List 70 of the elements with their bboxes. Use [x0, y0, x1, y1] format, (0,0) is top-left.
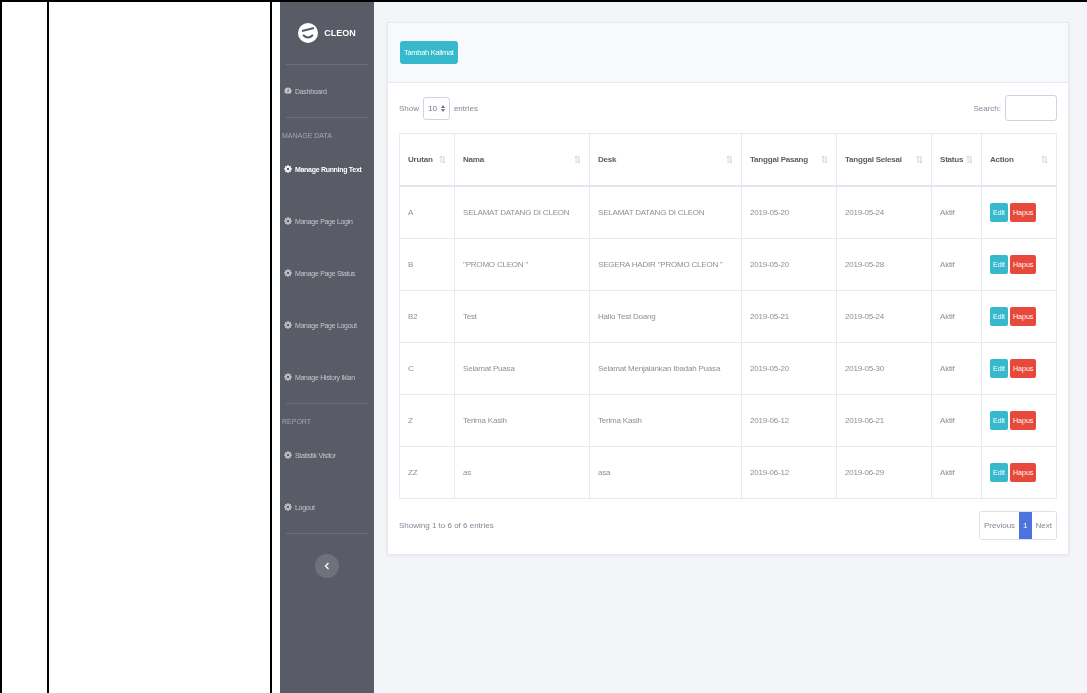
table-cell: B2 — [399, 290, 455, 343]
table-cell: A — [399, 186, 455, 239]
table-cell: Terima Kasih — [454, 394, 590, 447]
column-header[interactable]: Status — [931, 133, 982, 186]
sort-icon[interactable] — [1041, 155, 1048, 164]
table-cell: SEGERA HADIR "PROMO CLEON " — [589, 238, 742, 291]
table-cell: 2019-05-28 — [836, 238, 932, 291]
table-cell: 2019-06-21 — [836, 394, 932, 447]
dashboard-icon — [284, 87, 292, 95]
gear-icon — [284, 503, 292, 511]
column-header[interactable]: Tanggal Selesai — [836, 133, 932, 186]
table-cell: "PROMO CLEON " — [454, 238, 590, 291]
sort-arrows-icon — [440, 104, 445, 112]
column-header[interactable]: Nama — [454, 133, 590, 186]
table-cell: 2019-05-24 — [836, 290, 932, 343]
gear-icon — [284, 269, 292, 277]
sort-icon[interactable] — [726, 155, 733, 164]
table-cell: 2019-05-24 — [836, 186, 932, 239]
page-link[interactable]: 1 — [1019, 512, 1032, 539]
gear-icon — [284, 217, 292, 225]
table-cell: SELAMAT DATANG DI CLEON — [454, 186, 590, 239]
entries-info: Showing 1 to 6 of 6 entries — [399, 521, 494, 530]
table-cell: 2019-06-12 — [741, 446, 837, 499]
table-cell: Test — [454, 290, 590, 343]
table-cell: Hallo Test Doang — [589, 290, 742, 343]
gear-icon — [284, 321, 292, 329]
sort-icon[interactable] — [574, 155, 581, 164]
table-cell: Aktif — [931, 186, 982, 239]
entries-select[interactable]: 10 — [423, 96, 450, 120]
table-cell: Z — [399, 394, 455, 447]
logo-icon — [298, 23, 319, 43]
brand-name: CLEON — [324, 28, 356, 38]
table-cell: 2019-05-20 — [741, 238, 837, 291]
table-cell: 2019-05-30 — [836, 342, 932, 395]
search-label: Search: — [973, 103, 1001, 113]
table-cell: 2019-05-21 — [741, 290, 837, 343]
table-cell: Aktif — [931, 446, 982, 499]
table-cell: 2019-05-20 — [741, 186, 837, 239]
chevron-left-icon — [324, 562, 330, 570]
sort-icon[interactable] — [439, 155, 446, 164]
show-label: Show — [399, 103, 419, 113]
table-cell: C — [399, 342, 455, 395]
table-cell: Aktif — [931, 238, 982, 291]
table-cell: Selamat Menjalankan Ibadah Puasa — [589, 342, 742, 395]
column-header[interactable]: Action — [981, 133, 1057, 186]
sort-icon[interactable] — [916, 155, 923, 164]
column-header[interactable]: Urutan — [399, 133, 455, 186]
table-cell: Aktif — [931, 394, 982, 447]
table-cell: Terima Kasih — [589, 394, 742, 447]
table-cell: SELAMAT DATANG DI CLEON — [589, 186, 742, 239]
table-cell: as — [454, 446, 590, 499]
table-cell: Selamat Puasa — [454, 342, 590, 395]
column-header[interactable]: Desk — [589, 133, 742, 186]
sort-icon[interactable] — [821, 155, 828, 164]
table-cell: 2019-06-29 — [836, 446, 932, 499]
sidebar-toggle-button[interactable] — [315, 554, 339, 578]
search-field[interactable] — [1005, 95, 1057, 121]
entries-label: entries — [453, 103, 478, 113]
gear-icon — [284, 451, 292, 459]
column-header[interactable]: Tanggal Pasang — [741, 133, 837, 186]
sort-icon[interactable] — [966, 155, 973, 164]
table-cell: Aktif — [931, 342, 982, 395]
gear-icon — [284, 165, 292, 173]
table-cell: 2019-06-12 — [741, 394, 837, 447]
table-cell: Aktif — [931, 290, 982, 343]
table-cell: asa — [589, 446, 742, 499]
table-cell: B — [399, 238, 455, 291]
gear-icon — [284, 373, 292, 381]
table-cell: ZZ — [399, 446, 455, 499]
table-cell: 2019-05-20 — [741, 342, 837, 395]
